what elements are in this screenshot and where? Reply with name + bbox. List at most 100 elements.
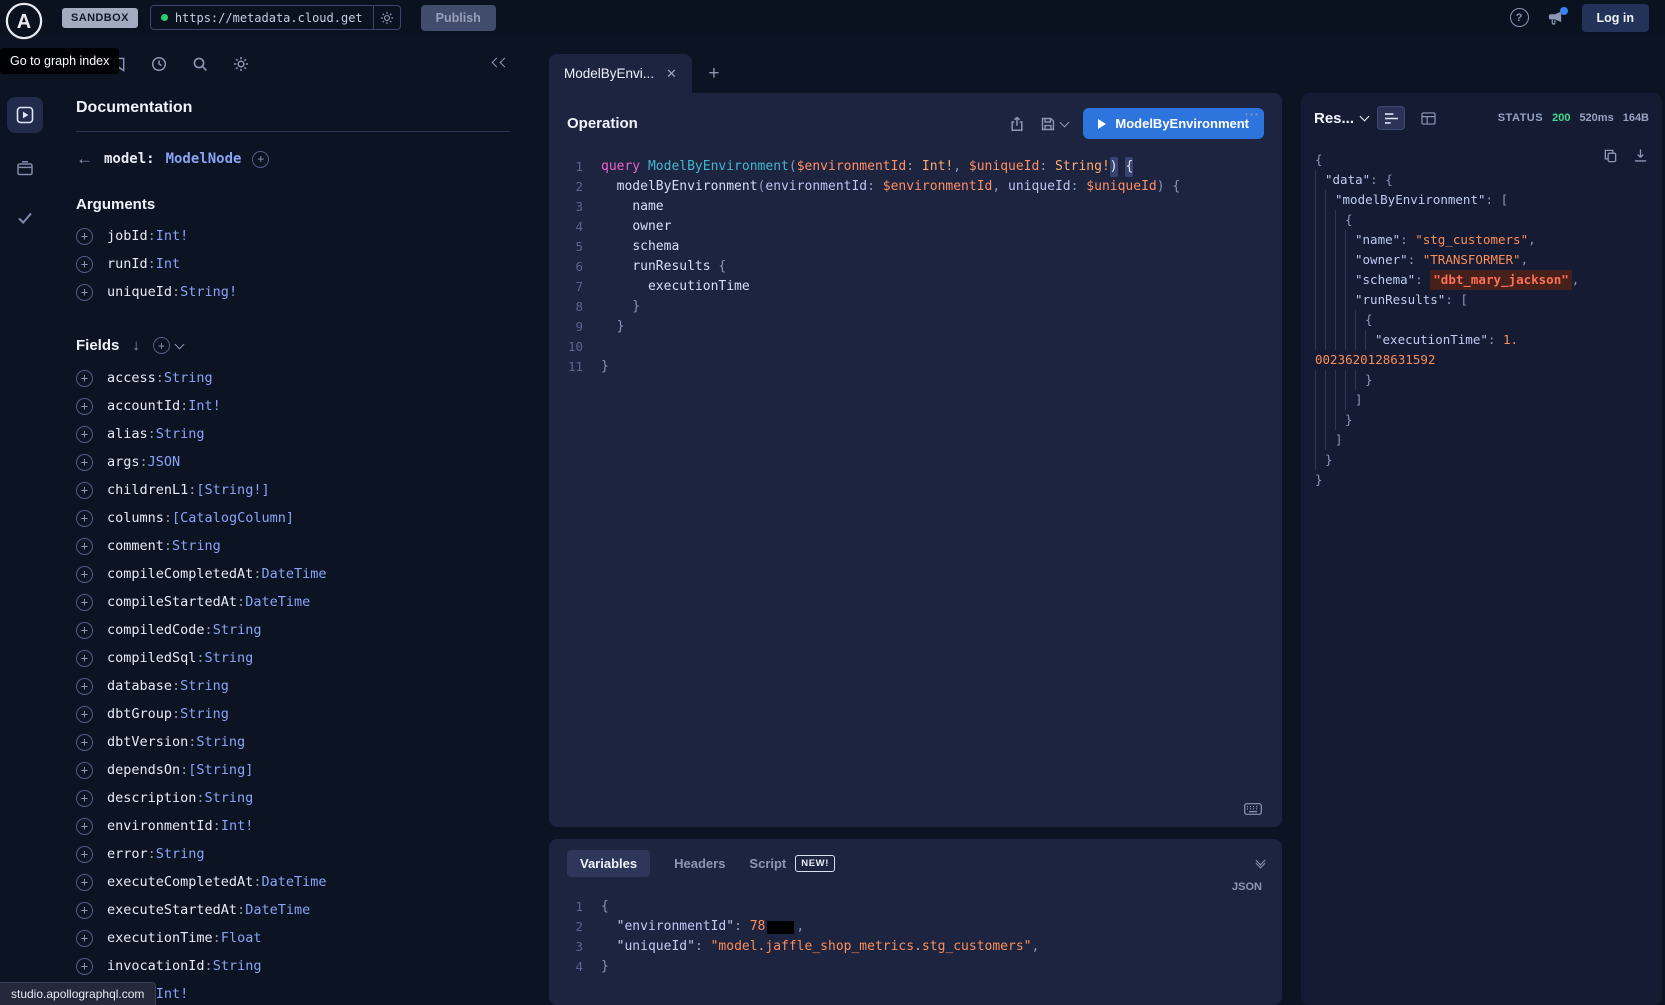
field-type-link[interactable]: String (205, 650, 254, 666)
field-type-link[interactable]: Int! (156, 228, 189, 244)
add-to-operation-icon[interactable]: + (76, 622, 93, 639)
field-type-link[interactable]: DateTime (261, 566, 326, 582)
field-type-link[interactable]: Int (156, 256, 180, 272)
operation-editor[interactable]: 1query ModelByEnvironment($environmentId… (549, 149, 1282, 827)
raw-view-toggle[interactable] (1377, 106, 1405, 130)
tab-script[interactable]: Script (749, 856, 786, 871)
field-type-link[interactable]: DateTime (245, 594, 310, 610)
close-tab-icon[interactable]: ✕ (666, 66, 677, 82)
field-type-link[interactable]: [String!] (196, 482, 269, 498)
add-to-operation-icon[interactable]: + (76, 426, 93, 443)
add-to-operation-icon[interactable]: + (76, 930, 93, 947)
help-icon[interactable]: ? (1510, 8, 1529, 27)
response-json[interactable]: {"data": {"modelByEnvironment": [{"name"… (1315, 150, 1648, 490)
add-to-operation-icon[interactable]: + (76, 370, 93, 387)
explorer-nav-item[interactable] (7, 97, 43, 133)
editor-menu-icon[interactable]: ⋯ (1244, 105, 1260, 123)
schema-nav-item[interactable] (7, 153, 43, 183)
field-type-link[interactable]: Int! (156, 986, 189, 1002)
run-operation-button[interactable]: ModelByEnvironment (1083, 108, 1264, 139)
announcements-icon[interactable] (1547, 10, 1564, 26)
field-type-link[interactable]: String (164, 370, 213, 386)
add-to-operation-icon[interactable]: + (76, 594, 93, 611)
save-operation-button[interactable] (1040, 116, 1068, 132)
add-all-fields-button[interactable]: + (153, 337, 183, 354)
add-to-operation-icon[interactable]: + (76, 538, 93, 555)
response-title-dropdown[interactable]: Res... (1314, 110, 1368, 127)
new-tab-button[interactable]: + (698, 54, 730, 93)
add-to-operation-icon[interactable]: + (76, 256, 93, 273)
tab-headers[interactable]: Headers (674, 856, 725, 871)
save-options-chevron-icon[interactable] (1060, 117, 1070, 127)
add-to-operation-icon[interactable]: + (76, 902, 93, 919)
field-type-link[interactable]: [String] (188, 762, 253, 778)
search-icon[interactable] (192, 56, 208, 72)
add-to-operation-icon[interactable]: + (76, 284, 93, 301)
field-type-link[interactable]: String (213, 622, 262, 638)
add-to-operation-icon[interactable]: + (76, 734, 93, 751)
add-all-fields-icon[interactable]: + (153, 337, 170, 354)
table-view-toggle[interactable] (1414, 106, 1442, 130)
field-type-link[interactable]: String (196, 734, 245, 750)
add-to-operation-icon[interactable]: + (76, 790, 93, 807)
add-to-operation-icon[interactable]: + (76, 454, 93, 471)
field-type-link[interactable]: Int! (221, 818, 254, 834)
copy-response-icon[interactable] (1603, 148, 1618, 163)
field-type-link[interactable]: String (156, 846, 205, 862)
back-icon[interactable]: ← (76, 149, 93, 169)
login-button[interactable]: Log in (1582, 4, 1650, 32)
connection-settings-button[interactable] (373, 5, 400, 30)
field-type-link[interactable]: String (156, 426, 205, 442)
history-icon[interactable] (151, 56, 167, 72)
field-colon: : (164, 538, 172, 554)
add-type-icon[interactable]: + (252, 151, 269, 168)
field-type-link[interactable]: DateTime (261, 874, 326, 890)
doc-field-row: +access: String (76, 364, 510, 392)
add-to-operation-icon[interactable]: + (76, 228, 93, 245)
field-type-link[interactable]: JSON (148, 454, 181, 470)
add-to-operation-icon[interactable]: + (76, 398, 93, 415)
keyboard-shortcuts-icon[interactable] (1244, 803, 1262, 815)
add-to-operation-icon[interactable]: + (76, 650, 93, 667)
type-name-link[interactable]: ModelNode (166, 151, 242, 167)
sandbox-badge: SANDBOX (62, 8, 138, 28)
tab-variables[interactable]: Variables (567, 850, 650, 877)
publish-button[interactable]: Publish (421, 5, 496, 31)
field-type-link[interactable]: Int! (188, 398, 221, 414)
settings-gear-icon[interactable] (233, 56, 249, 72)
field-type-link[interactable]: String (213, 958, 262, 974)
download-response-icon[interactable] (1633, 148, 1648, 163)
add-to-operation-icon[interactable]: + (76, 510, 93, 527)
collapse-variables-icon[interactable] (1257, 861, 1264, 867)
field-type-link[interactable]: String! (180, 284, 237, 300)
field-type-link[interactable]: DateTime (245, 902, 310, 918)
apollo-logo[interactable]: A (5, 2, 43, 40)
add-to-operation-icon[interactable]: + (76, 874, 93, 891)
variables-editor[interactable]: 1{2 "environmentId": 78,3 "uniqueId": "m… (549, 883, 1282, 977)
field-type-link[interactable]: [CatalogColumn] (172, 510, 294, 526)
tab-modelbyenvironment[interactable]: ModelByEnvi... ✕ (549, 54, 692, 93)
field-name: alias (107, 426, 148, 442)
fields-header: Fields ↓ + (76, 337, 510, 354)
add-to-operation-icon[interactable]: + (76, 482, 93, 499)
field-type-link[interactable]: String (180, 678, 229, 694)
collapse-panel-icon[interactable] (493, 62, 508, 66)
field-type-link[interactable]: String (205, 790, 254, 806)
play-icon (1098, 119, 1106, 129)
add-to-operation-icon[interactable]: + (76, 678, 93, 695)
field-type-link[interactable]: String (180, 706, 229, 722)
add-to-operation-icon[interactable]: + (76, 566, 93, 583)
add-to-operation-icon[interactable]: + (76, 846, 93, 863)
add-to-operation-icon[interactable]: + (76, 958, 93, 975)
doc-field-row: +jobId: Int! (76, 222, 510, 250)
add-to-operation-icon[interactable]: + (76, 762, 93, 779)
app-body: Documentation ← model: ModelNode + Argum… (0, 35, 1665, 1005)
add-to-operation-icon[interactable]: + (76, 818, 93, 835)
checklist-nav-item[interactable] (7, 203, 43, 233)
sort-fields-icon[interactable]: ↓ (132, 337, 140, 354)
graph-url-chip[interactable]: https://metadata.cloud.get (150, 5, 401, 30)
field-type-link[interactable]: String (172, 538, 221, 554)
field-type-link[interactable]: Float (221, 930, 262, 946)
add-to-operation-icon[interactable]: + (76, 706, 93, 723)
share-operation-icon[interactable] (1009, 116, 1025, 132)
